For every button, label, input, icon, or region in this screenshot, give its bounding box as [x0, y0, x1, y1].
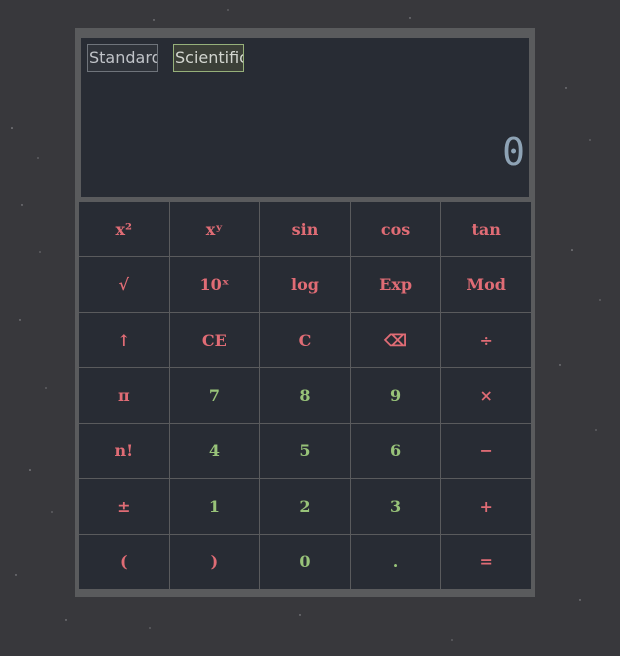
backspace-key[interactable]: ⌫	[350, 312, 441, 368]
pi-key[interactable]: π	[79, 368, 169, 423]
digit-2-key[interactable]: 2	[260, 479, 350, 534]
keypad: x² xʸ sin cos tan √ 10ˣ log Exp Mod ↑ CE…	[79, 202, 531, 589]
clear-entry-key[interactable]: CE	[169, 312, 260, 368]
cos-key[interactable]: cos	[350, 202, 441, 257]
digit-5-key[interactable]: 5	[260, 423, 350, 479]
digit-0-key[interactable]: 0	[260, 534, 350, 589]
digit-8-key[interactable]: 8	[260, 368, 350, 423]
clear-key[interactable]: C	[260, 312, 350, 368]
digit-6-key[interactable]: 6	[350, 423, 441, 479]
digit-7-key[interactable]: 7	[169, 368, 260, 423]
equals-key[interactable]: =	[441, 534, 531, 589]
exp-key[interactable]: Exp	[350, 257, 441, 312]
divide-key[interactable]: ÷	[441, 312, 531, 368]
subtract-key[interactable]: −	[441, 423, 531, 479]
decimal-key[interactable]: .	[350, 534, 441, 589]
mod-key[interactable]: Mod	[441, 257, 531, 312]
multiply-key[interactable]: ×	[441, 368, 531, 423]
standard-mode-button[interactable]: Standard	[87, 44, 158, 72]
digit-9-key[interactable]: 9	[350, 368, 441, 423]
display-value: 0	[502, 130, 525, 174]
add-key[interactable]: +	[441, 479, 531, 534]
tan-key[interactable]: tan	[441, 202, 531, 257]
scientific-mode-button[interactable]: Scientific	[173, 44, 244, 72]
log-key[interactable]: log	[260, 257, 350, 312]
sin-key[interactable]: sin	[260, 202, 350, 257]
sqrt-key[interactable]: √	[79, 257, 169, 312]
open-paren-key[interactable]: (	[79, 534, 169, 589]
negate-key[interactable]: ±	[79, 479, 169, 534]
digit-3-key[interactable]: 3	[350, 479, 441, 534]
square-key[interactable]: x²	[79, 202, 169, 257]
digit-4-key[interactable]: 4	[169, 423, 260, 479]
ten-power-key[interactable]: 10ˣ	[169, 257, 260, 312]
factorial-key[interactable]: n!	[79, 423, 169, 479]
close-paren-key[interactable]: )	[169, 534, 260, 589]
shift-key[interactable]: ↑	[79, 312, 169, 368]
digit-1-key[interactable]: 1	[169, 479, 260, 534]
calculator: Standard Scientific 0 x² xʸ sin cos tan …	[75, 28, 535, 597]
power-key[interactable]: xʸ	[169, 202, 260, 257]
display-panel: Standard Scientific 0	[81, 38, 529, 197]
